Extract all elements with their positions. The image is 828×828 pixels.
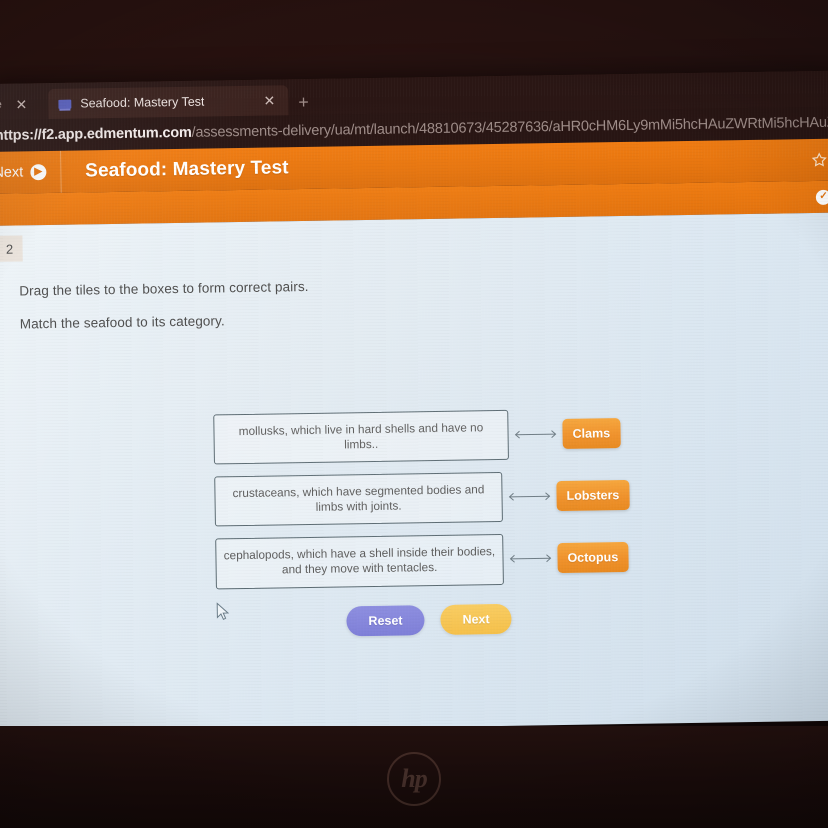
drop-target[interactable]: mollusks, which live in hard shells and … xyxy=(213,409,509,465)
draggable-tile[interactable]: Clams xyxy=(562,418,621,450)
submit-button[interactable]: ✓ Subm xyxy=(815,188,828,205)
drop-target[interactable]: cephalopods, which have a shell inside t… xyxy=(215,534,504,590)
header-next-button[interactable]: Next ▶ xyxy=(0,150,62,194)
question-number: 2 xyxy=(0,235,23,262)
draggable-tile[interactable]: Octopus xyxy=(557,542,629,574)
hp-logo: hp xyxy=(387,752,441,806)
draggable-tile[interactable]: Lobsters xyxy=(556,480,630,512)
laptop-screen: Se ✕ Seafood: Mastery Test ✕ + https://f… xyxy=(0,70,828,734)
browser-tab-partial-title: Se xyxy=(0,99,2,111)
double-arrow-icon xyxy=(502,490,556,503)
check-circle-icon: ✓ xyxy=(815,189,828,205)
page-title: Seafood: Mastery Test xyxy=(85,157,289,182)
header-next-label: Next xyxy=(0,164,24,181)
favicon xyxy=(58,99,72,109)
star-add-icon[interactable] xyxy=(811,152,828,169)
url-domain: https://f2.app.edmentum.com xyxy=(0,124,192,144)
double-arrow-icon xyxy=(503,553,557,566)
close-icon[interactable]: ✕ xyxy=(260,92,278,108)
url-path: /assessments-delivery/ua/mt/launch/48810… xyxy=(191,112,828,141)
pair-row: mollusks, which live in hard shells and … xyxy=(213,408,644,465)
laptop-photo: Se ✕ Seafood: Mastery Test ✕ + https://f… xyxy=(0,0,828,828)
action-buttons: Reset Next xyxy=(346,603,512,637)
circle-arrow-right-icon: ▶ xyxy=(30,164,47,181)
drop-target[interactable]: crustaceans, which have segmented bodies… xyxy=(214,472,503,527)
question-instruction: Drag the tiles to the boxes to form corr… xyxy=(19,278,309,299)
pair-row: cephalopods, which have a shell inside t… xyxy=(215,532,646,590)
laptop-bezel: hp xyxy=(0,726,828,828)
close-icon[interactable]: ✕ xyxy=(12,96,30,112)
pair-row: crustaceans, which have segmented bodies… xyxy=(214,470,645,527)
assessment-body: 2 Drag the tiles to the boxes to form co… xyxy=(0,212,828,734)
browser-tab-active[interactable]: Seafood: Mastery Test ✕ xyxy=(48,85,289,120)
double-arrow-icon xyxy=(508,428,562,441)
question-prompt: Match the seafood to its category. xyxy=(19,313,225,332)
matching-pairs: mollusks, which live in hard shells and … xyxy=(213,408,646,601)
browser-tab-partial[interactable]: Se ✕ xyxy=(0,89,41,120)
browser-tab-active-title: Seafood: Mastery Test xyxy=(80,94,205,111)
mouse-cursor xyxy=(216,602,230,626)
next-button[interactable]: Next xyxy=(440,603,512,635)
new-tab-button[interactable]: + xyxy=(288,92,317,115)
reset-button[interactable]: Reset xyxy=(346,605,425,637)
